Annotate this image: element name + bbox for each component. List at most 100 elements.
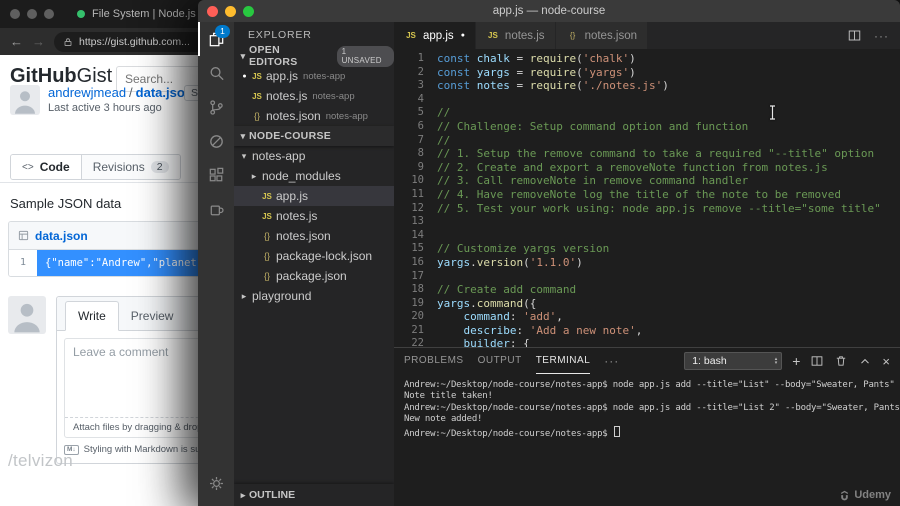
forward-button[interactable]: → — [32, 35, 45, 48]
project-header[interactable]: ▾ NODE-COURSE — [234, 126, 394, 146]
code-token: 'chalk' — [582, 52, 630, 65]
line-number: 11 — [411, 187, 424, 200]
gist-line-number: 1 — [19, 257, 27, 268]
editor-column: JS app.js ● JS notes.js {} notes.json ··· 1 con… — [394, 22, 900, 506]
code-line: 8 // 1. Setup the remove command to take … — [394, 147, 900, 161]
open-editor-item[interactable]: JS notes.js notes-app — [234, 86, 394, 106]
split-terminal-icon[interactable] — [810, 354, 824, 368]
editor-tab[interactable]: JS app.js ● — [394, 22, 476, 49]
debug-icon[interactable] — [198, 124, 234, 158]
tab-preview[interactable]: Preview — [119, 302, 186, 330]
trash-icon[interactable] — [834, 354, 848, 368]
file-detail: notes-app — [325, 110, 368, 122]
maximize-panel-icon[interactable] — [858, 354, 872, 368]
explorer-icon[interactable]: 1 — [198, 22, 234, 56]
tab-write[interactable]: Write — [65, 301, 119, 331]
logo-gist: Gist — [76, 65, 113, 87]
select-arrows-icon: ▴ ▾ — [774, 355, 778, 366]
code-token: // 4. Have removeNote log the title of t… — [437, 187, 841, 201]
tree-file[interactable]: JS notes.js — [234, 206, 394, 226]
code-token: . — [470, 255, 477, 269]
logo-github: GitHub — [10, 65, 77, 87]
close-panel-icon[interactable]: × — [882, 355, 890, 368]
search-icon[interactable] — [198, 56, 234, 90]
code-line: 3 const notes = require('./notes.js') — [394, 79, 900, 93]
code-line: 9 // 2. Create and export a removeNote fu… — [394, 161, 900, 175]
code-token: ) — [629, 52, 636, 65]
code-token: // — [437, 133, 451, 147]
gist-breadcrumb: andrewjmead / data.json — [48, 85, 193, 100]
sidebar-explorer: EXPLORER ▾ OPEN EDITORS 1 UNSAVED ● JS app… — [234, 22, 394, 506]
bottom-panel: PROBLEMS OUTPUT TERMINAL ··· 1: bash ▴ ▾ … — [394, 347, 900, 506]
code-text: // 5. Test your work using: node app.js … — [437, 202, 881, 216]
file-name: notes.js — [276, 209, 318, 223]
js-file-icon: JS — [262, 211, 272, 221]
more-actions-icon[interactable]: ··· — [874, 29, 889, 43]
tab-terminal[interactable]: TERMINAL — [535, 348, 591, 374]
extensions-icon[interactable] — [198, 158, 234, 192]
file-name: package.json — [276, 269, 347, 283]
code-token: require — [529, 65, 577, 79]
gist-file-name-link[interactable]: data.json — [35, 229, 88, 243]
line-number: 16 — [411, 255, 424, 268]
tab-revisions[interactable]: Revisions 2 — [81, 155, 180, 179]
user-link[interactable]: andrewjmead — [48, 85, 126, 100]
code-token: : — [516, 323, 530, 337]
terminal-shell-select[interactable]: 1: bash ▴ ▾ — [684, 352, 783, 370]
minimize-button[interactable] — [27, 9, 37, 19]
code-line: 20 command: 'add', — [394, 310, 900, 324]
editor-tab[interactable]: {} notes.json — [555, 22, 648, 49]
avatar[interactable] — [10, 85, 40, 115]
line-number: 20 — [411, 310, 424, 323]
code-text: const chalk = require('chalk') — [437, 52, 636, 66]
tree-file[interactable]: {} package-lock.json — [234, 246, 394, 266]
editor-tab[interactable]: JS notes.js — [475, 22, 556, 49]
zoom-button[interactable] — [44, 9, 54, 19]
code-editor[interactable]: 1 const chalk = require('chalk') 2 const ya… — [394, 49, 900, 347]
close-button[interactable] — [10, 9, 20, 19]
tree-file[interactable]: {} package.json — [234, 266, 394, 286]
code-text: // — [437, 134, 450, 148]
code-token: // 5. Test your work using: node app.js … — [437, 201, 881, 215]
panel-more-icon[interactable]: ··· — [604, 354, 619, 368]
open-editor-item[interactable]: ● JS app.js notes-app — [234, 66, 394, 86]
tab-problems[interactable]: PROBLEMS — [404, 348, 464, 374]
open-editor-item[interactable]: {} notes.json notes-app — [234, 106, 394, 126]
split-editor-icon[interactable] — [847, 28, 862, 43]
code-token: ( — [523, 255, 530, 269]
file-name: playground — [252, 289, 312, 303]
mug-icon[interactable] — [198, 192, 234, 226]
code-line: 16 yargs.version('1.1.0') — [394, 256, 900, 270]
terminal-body[interactable]: Andrew:~/Desktop/node-course/notes-app$ … — [394, 374, 900, 506]
code-token: // 1. Setup the remove command to take a… — [437, 147, 875, 161]
tree-folder[interactable]: ▸ playground — [234, 286, 394, 306]
tab-code-label: Code — [39, 160, 70, 174]
code-text: describe: 'Add a new note', — [437, 323, 643, 338]
file-detail: notes-app — [312, 90, 355, 102]
source-control-icon[interactable] — [198, 90, 234, 124]
tree-folder[interactable]: ▸ node_modules — [234, 166, 394, 186]
tree-file[interactable]: {} notes.json — [234, 226, 394, 246]
line-number: 21 — [411, 323, 424, 336]
tab-output[interactable]: OUTPUT — [478, 348, 522, 374]
code-token: ( — [576, 52, 583, 65]
tab-code[interactable]: <> Code — [11, 155, 82, 179]
code-text: yargs.version('1.1.0') — [437, 256, 583, 270]
outline-header[interactable]: ▸ OUTLINE — [234, 484, 394, 506]
code-token: = — [509, 52, 530, 65]
gist-tabs: <> Code Revisions 2 — [10, 154, 181, 180]
tree-file[interactable]: JS app.js — [234, 186, 394, 206]
new-terminal-icon[interactable]: + — [792, 354, 800, 368]
json-file-icon: {} — [569, 31, 576, 40]
chevron-down-icon: ▾ — [240, 50, 246, 61]
code-line: 10 // 3. Call removeNote in remove comman… — [394, 174, 900, 188]
chevron-right-icon: ▸ — [251, 170, 257, 181]
settings-gear-icon[interactable] — [198, 466, 234, 500]
code-token: = — [509, 79, 530, 93]
file-name: notes.js — [266, 89, 308, 103]
code-line: 6 // Challenge: Setup command option and … — [394, 120, 900, 134]
open-editors-header[interactable]: ▾ OPEN EDITORS 1 UNSAVED — [234, 44, 394, 68]
tree-folder[interactable]: ▾ notes-app — [234, 146, 394, 166]
back-button[interactable]: ← — [10, 35, 23, 48]
code-text: // Create add command — [437, 283, 576, 297]
